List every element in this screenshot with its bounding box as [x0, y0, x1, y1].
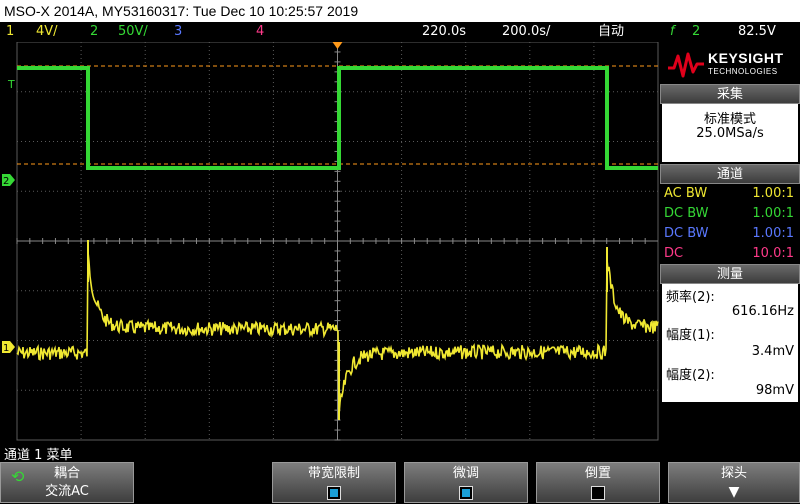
chevron-down-icon: ▼	[728, 484, 740, 500]
acquire-panel: 标准模式 25.0MSa/s	[662, 104, 798, 162]
channel-row-2[interactable]: DC BW 1.00:1	[664, 204, 794, 224]
time-scale[interactable]: 200.0s/	[502, 22, 550, 42]
time-position[interactable]: 220.0s	[422, 22, 466, 42]
amp2-value: 98mV	[755, 383, 794, 398]
invert-checkbox[interactable]	[591, 486, 605, 500]
probe-softkey[interactable]: 探头 ▼	[668, 462, 800, 503]
ch1-marker-label: 1	[3, 343, 9, 354]
brand-subtitle: TECHNOLOGIES	[708, 67, 778, 76]
trigger-mode[interactable]: 自动	[598, 22, 624, 42]
freq-value: 616.16Hz	[731, 304, 794, 319]
channel-row-3[interactable]: DC BW 1.00:1	[664, 224, 794, 244]
invert-softkey[interactable]: 倒置	[536, 462, 660, 503]
sample-rate: 25.0MSa/s	[696, 126, 764, 141]
measure-panel: 频率(2): 616.16Hz 幅度(1): 3.4mV 幅度(2): 98mV	[662, 284, 798, 402]
ch2-number[interactable]: 2	[90, 22, 98, 42]
menu-title: 通道 1 菜单	[4, 448, 73, 463]
acquire-mode: 标准模式	[703, 112, 756, 127]
waveform-svg[interactable]: T 2 1	[0, 42, 660, 442]
window-title: MSO-X 2014A, MY53160317: Tue Dec 10 10:2…	[0, 0, 800, 22]
trigger-position-marker[interactable]	[332, 42, 343, 49]
amp1-label: 幅度(1):	[666, 328, 715, 343]
channel-row-4[interactable]: DC 10.0:1	[664, 244, 794, 264]
brand-name: KEYSIGHT	[708, 50, 784, 66]
channels-panel: AC BW 1.00:1 DC BW 1.00:1 DC BW 1.00:1 D…	[660, 184, 800, 264]
ch1-scale[interactable]: 4V/	[36, 22, 58, 42]
ch1-number[interactable]: 1	[6, 22, 14, 42]
ch2-marker-label: 2	[3, 176, 9, 187]
amp1-value: 3.4mV	[751, 344, 794, 359]
ch4-number[interactable]: 4	[256, 22, 264, 42]
measure-header[interactable]: 测量	[660, 264, 800, 284]
trigger-level[interactable]: 82.5V	[738, 22, 776, 42]
bw-limit-checkbox[interactable]	[327, 486, 341, 500]
channels-header[interactable]: 通道	[660, 164, 800, 184]
ch2-scale[interactable]: 50V/	[118, 22, 148, 42]
waveform-display[interactable]: T 2 1	[0, 42, 660, 442]
fine-checkbox[interactable]	[459, 486, 473, 500]
ch3-number[interactable]: 3	[174, 22, 182, 42]
acquire-header[interactable]: 采集	[660, 84, 800, 104]
trigger-source[interactable]: 2	[692, 22, 700, 42]
channel-markers: T 2 1	[2, 78, 15, 354]
rotate-knob-icon: ⟲	[11, 467, 25, 486]
trigger-slope-icon: f	[670, 24, 675, 39]
ch2-trace	[17, 66, 658, 170]
keysight-logo: KEYSIGHT TECHNOLOGIES	[660, 42, 800, 86]
trigger-marker: T	[7, 78, 15, 91]
status-bar: 1 4V/ 2 50V/ 3 4 220.0s 200.0s/ 自动 f 2 8…	[0, 22, 800, 42]
coupling-softkey[interactable]: ⟲ 耦合 交流AC	[0, 462, 134, 503]
bw-limit-softkey[interactable]: 带宽限制	[272, 462, 396, 503]
keysight-wave-icon	[668, 52, 704, 78]
side-panel: KEYSIGHT TECHNOLOGIES 采集 标准模式 25.0MSa/s …	[660, 42, 800, 442]
softkey-bar: ⟲ 耦合 交流AC 带宽限制 微调 倒置 探头 ▼	[0, 462, 800, 503]
freq-label: 频率(2):	[666, 290, 715, 305]
amp2-label: 幅度(2):	[666, 368, 715, 383]
fine-softkey[interactable]: 微调	[404, 462, 528, 503]
channel-row-1[interactable]: AC BW 1.00:1	[664, 184, 794, 204]
